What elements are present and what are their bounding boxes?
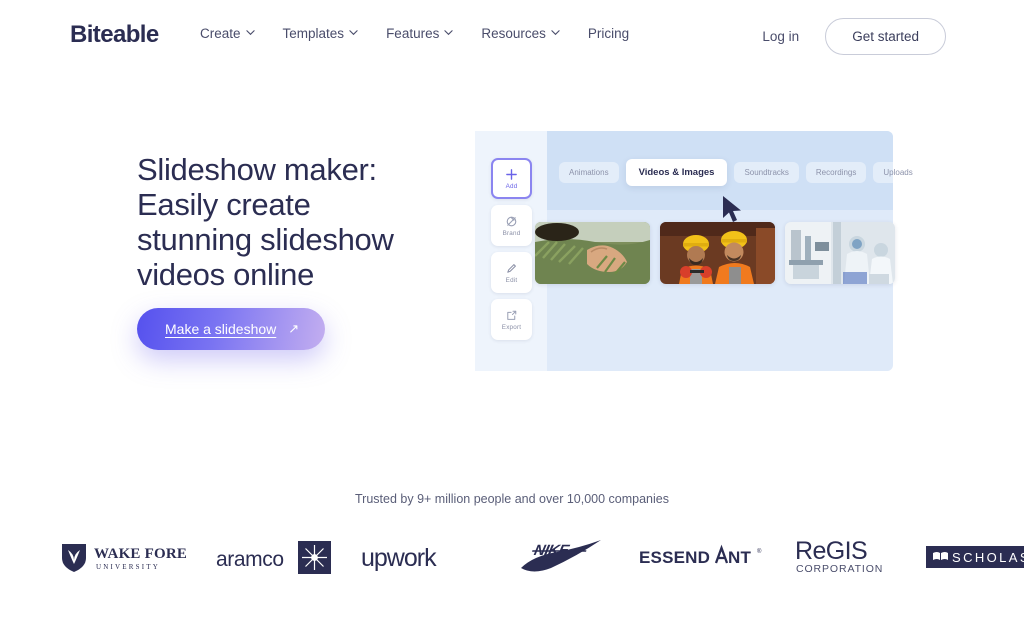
sidebar-item-label: Edit	[505, 276, 518, 284]
nav-item-label: Resources	[481, 26, 546, 41]
biteable-logo[interactable]: Biteable	[70, 21, 159, 49]
get-started-button[interactable]: Get started	[825, 18, 946, 55]
hero-cta-wrapper: Make a slideshow ↗	[137, 308, 326, 350]
site-header: Biteable Create Templates Features Resou…	[0, 0, 1024, 70]
logo-nike: NIKE	[508, 525, 618, 589]
nav-item-templates[interactable]: Templates	[283, 26, 359, 41]
hero-title-line: Slideshow maker:	[137, 152, 377, 187]
tab-animations[interactable]: Animations	[559, 162, 619, 183]
sidebar-item-add[interactable]: Add	[491, 158, 532, 199]
thumbnail-laboratory-cleanroom[interactable]	[785, 222, 895, 284]
nav-item-label: Features	[386, 26, 440, 41]
make-a-slideshow-button[interactable]: Make a slideshow ↗	[137, 308, 326, 350]
svg-text:CORPORATION: CORPORATION	[796, 563, 883, 575]
sidebar-item-export[interactable]: Export	[491, 299, 532, 340]
hero-title-line: stunning slideshow	[137, 222, 394, 257]
chevron-down-icon	[245, 28, 255, 37]
sidebar-item-label: Brand	[502, 229, 521, 237]
landing-page: Biteable Create Templates Features Resou…	[0, 0, 1024, 635]
svg-text:NT: NT	[728, 548, 751, 567]
trust-headline: Trusted by 9+ million people and over 10…	[355, 492, 669, 506]
nav-item-pricing[interactable]: Pricing	[588, 26, 629, 41]
svg-text:WAKE FOREST: WAKE FOREST	[94, 546, 186, 562]
pencil-icon	[505, 262, 518, 275]
nav-item-label: Templates	[282, 26, 345, 41]
logo-aramco: aramco	[210, 525, 340, 589]
logo-scholastic: SCHOLAS	[922, 525, 1024, 589]
app-mockup: Add Brand Edit Export Animations Videos …	[475, 131, 923, 371]
main-navigation: Create Templates Features Resources Pric…	[200, 26, 629, 41]
nav-item-label: Create	[200, 26, 241, 41]
nav-item-features[interactable]: Features	[386, 26, 453, 41]
sidebar-item-label: Add	[505, 182, 518, 190]
logo-essendant: ESSEND NT ®	[632, 525, 772, 589]
chevron-down-icon	[551, 28, 560, 37]
svg-text:aramco: aramco	[216, 548, 284, 571]
header-actions: Log in Get started	[762, 18, 946, 55]
hero-title-line: videos online	[137, 257, 315, 292]
tab-soundtracks[interactable]: Soundtracks	[734, 162, 799, 183]
nav-item-resources[interactable]: Resources	[481, 26, 560, 41]
log-in-link[interactable]: Log in	[762, 29, 799, 44]
chevron-down-icon	[349, 28, 358, 37]
hero-title-line: Easily create	[137, 187, 311, 222]
sidebar-item-edit[interactable]: Edit	[491, 252, 532, 293]
svg-text:SCHOLAS: SCHOLAS	[952, 550, 1024, 565]
svg-text:UNIVERSITY: UNIVERSITY	[96, 563, 160, 571]
export-icon	[505, 309, 518, 322]
thumbnail-hands-in-crop-field[interactable]	[535, 222, 650, 284]
chevron-down-icon	[444, 28, 453, 37]
nav-item-label: Pricing	[587, 26, 630, 41]
tab-videos-and-images[interactable]: Videos & Images	[625, 159, 728, 186]
sidebar-item-label: Export	[501, 323, 522, 331]
media-tab-bar: Animations Videos & Images Soundtracks R…	[559, 159, 923, 186]
tab-recordings[interactable]: Recordings	[805, 162, 867, 183]
page-title: Slideshow maker: Easily create stunning …	[137, 152, 467, 292]
logo-wake-forest-university: WAKE FOREST UNIVERSITY	[52, 525, 192, 589]
brand-icon	[505, 215, 518, 228]
hero-text-block: Slideshow maker: Easily create stunning …	[137, 152, 467, 292]
svg-text:®: ®	[757, 548, 762, 555]
tab-uploads[interactable]: Uploads	[873, 162, 923, 183]
cta-label: Make a slideshow	[165, 321, 277, 337]
svg-text:upwork: upwork	[361, 544, 437, 572]
customer-logo-row: WAKE FOREST UNIVERSITY aramco upwork	[0, 525, 1024, 589]
logo-upwork: upwork	[352, 525, 482, 589]
svg-text:ESSEND: ESSEND	[639, 548, 710, 567]
arrow-up-right-icon: ↗	[288, 321, 300, 336]
plus-icon	[505, 168, 518, 181]
sidebar-item-brand[interactable]: Brand	[491, 205, 532, 246]
logo-regis-corporation: ReGIS CORPORATION	[790, 525, 910, 589]
svg-text:ReGIS: ReGIS	[795, 537, 867, 565]
nav-item-create[interactable]: Create	[200, 26, 255, 41]
thumbnail-construction-workers[interactable]	[660, 222, 775, 284]
media-thumbnail-strip	[535, 222, 895, 284]
